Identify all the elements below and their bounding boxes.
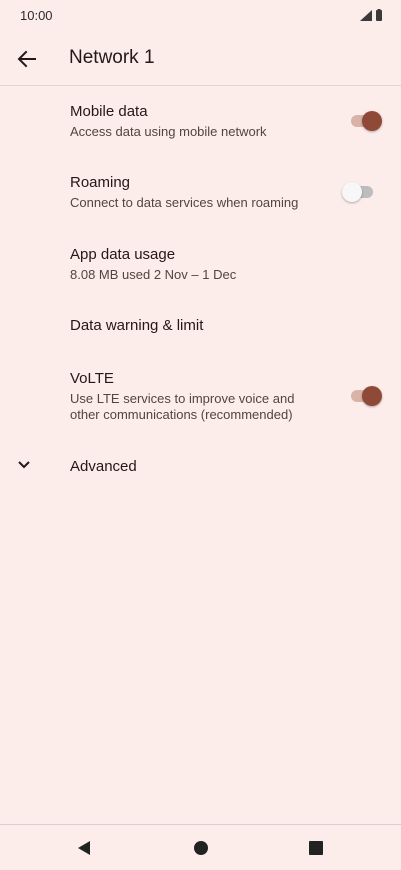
status-time: 10:00 xyxy=(20,8,53,23)
pref-summary: 8.08 MB used 2 Nov – 1 Dec xyxy=(70,267,237,282)
nav-recents-button[interactable] xyxy=(301,833,331,863)
pref-app-data-usage[interactable]: App data usage 8.08 MB used 2 Nov – 1 De… xyxy=(0,228,401,298)
pref-data-warning-limit[interactable]: Data warning & limit xyxy=(0,298,401,354)
mobile-data-toggle[interactable] xyxy=(348,109,384,133)
back-triangle-icon xyxy=(78,841,90,855)
arrow-left-icon xyxy=(17,50,36,68)
pref-title: VoLTE xyxy=(70,370,114,387)
pref-summary: Connect to data services when roaming xyxy=(70,195,299,210)
pref-title: App data usage xyxy=(70,246,176,263)
pref-summary-line2: other communications (recommended) xyxy=(70,407,293,422)
chevron-down-icon xyxy=(18,461,30,469)
back-button[interactable] xyxy=(10,42,44,76)
system-nav-bar xyxy=(0,824,401,870)
pref-title: Roaming xyxy=(70,174,131,191)
app-bar: Network 1 xyxy=(0,34,401,86)
toggle-thumb xyxy=(342,182,362,202)
pref-title: Advanced xyxy=(70,458,137,475)
battery-icon xyxy=(376,9,382,21)
pref-roaming[interactable]: Roaming Connect to data services when ro… xyxy=(0,156,401,228)
notch-shape xyxy=(0,0,401,34)
volte-toggle[interactable] xyxy=(348,384,384,408)
pref-summary-line1: Use LTE services to improve voice and xyxy=(70,391,295,406)
signal-icon xyxy=(360,9,372,21)
recents-square-icon xyxy=(309,841,323,855)
toggle-thumb xyxy=(362,111,382,131)
pref-summary: Access data using mobile network xyxy=(70,124,267,139)
status-icons xyxy=(360,9,383,21)
nav-home-button[interactable] xyxy=(186,833,216,863)
nav-back-button[interactable] xyxy=(69,833,99,863)
pref-title: Data warning & limit xyxy=(70,317,204,334)
pref-mobile-data[interactable]: Mobile data Access data using mobile net… xyxy=(0,86,401,156)
pref-volte[interactable]: VoLTE Use LTE services to improve voice … xyxy=(0,354,401,448)
status-bar: 10:00 xyxy=(0,0,401,34)
home-circle-icon xyxy=(194,841,208,855)
pref-advanced[interactable]: Advanced xyxy=(0,448,401,484)
page-title: Network 1 xyxy=(69,47,155,68)
roaming-toggle[interactable] xyxy=(342,180,378,204)
toggle-thumb xyxy=(362,386,382,406)
pref-title: Mobile data xyxy=(70,103,148,120)
